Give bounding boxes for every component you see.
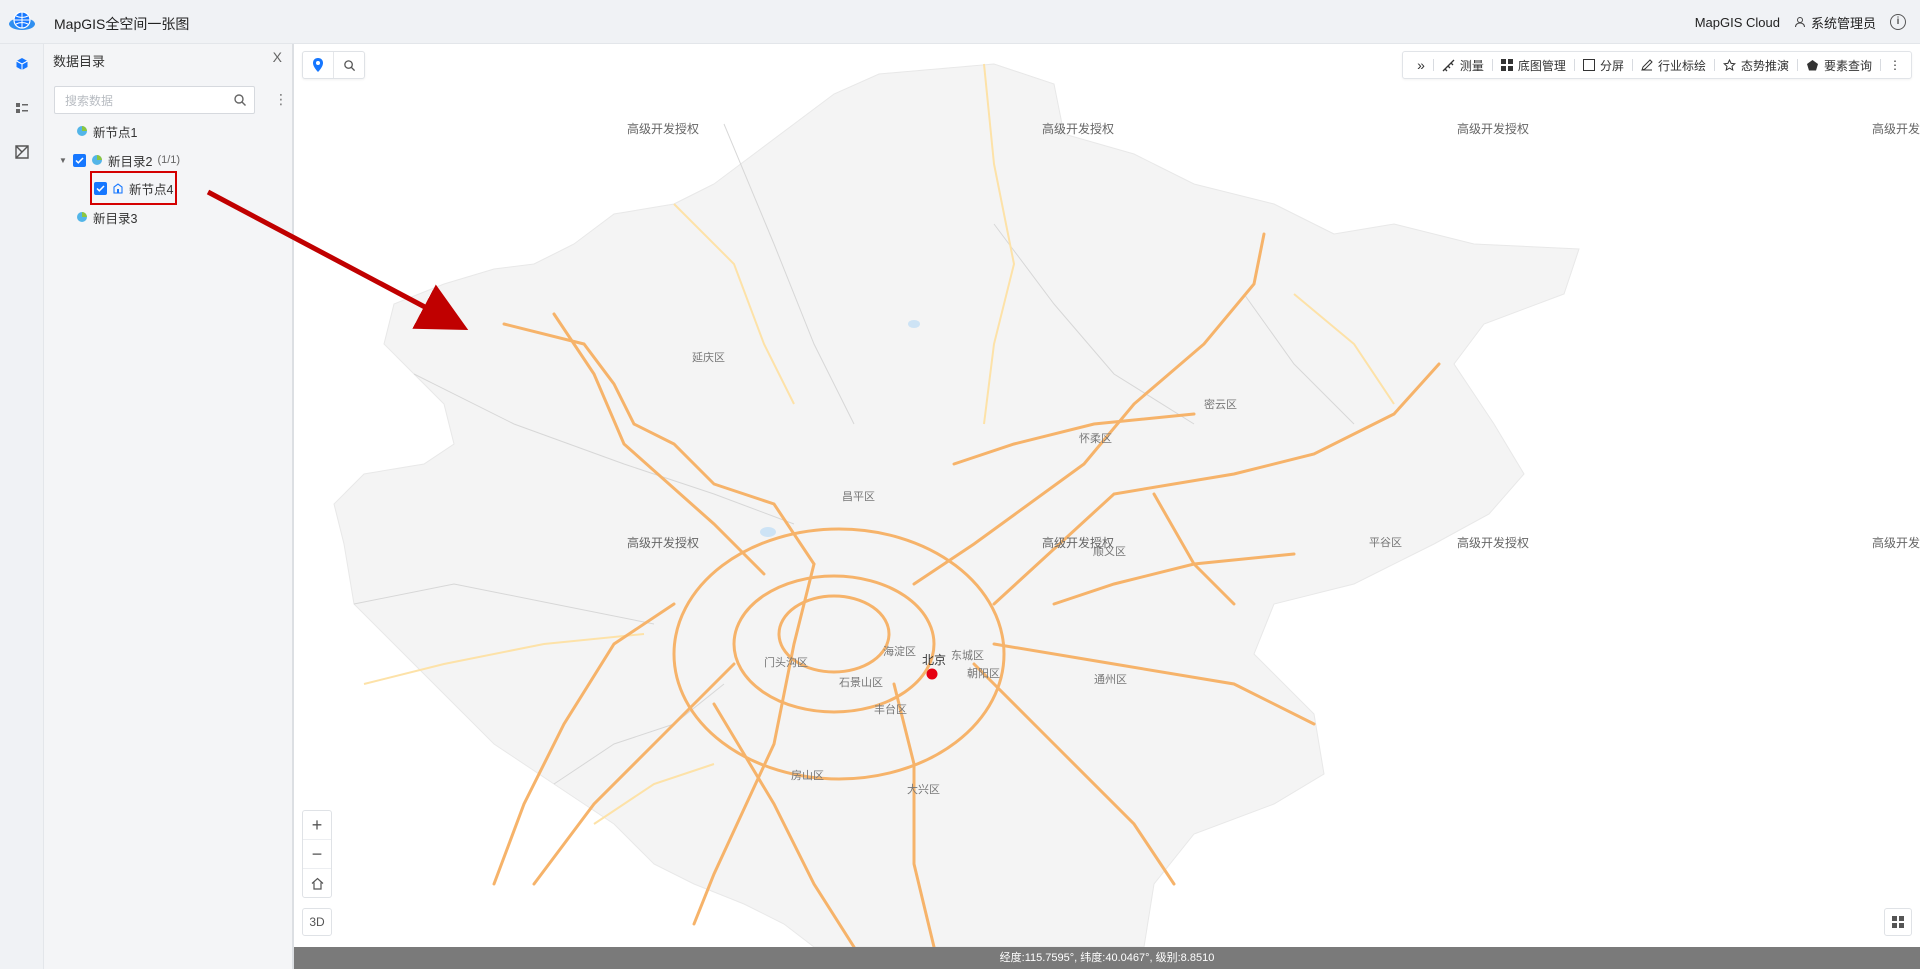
toolbar-label: 测量: [1459, 58, 1484, 73]
situation-deduction-button[interactable]: 态势推演: [1715, 57, 1797, 74]
tree-folder-2[interactable]: ▼ 新目录2 (1/1): [58, 149, 180, 171]
feature-query-button[interactable]: 要素查询: [1798, 57, 1880, 74]
map-search-button[interactable]: [333, 52, 364, 78]
top-bar: MapGIS全空间一张图 MapGIS Cloud 系统管理员 i: [0, 0, 1920, 44]
analysis-icon: [15, 145, 29, 159]
user-name: 系统管理员: [1810, 15, 1876, 31]
district-label: 延庆区: [692, 352, 725, 364]
capital-label: 北京: [922, 653, 947, 667]
toolbar-label: 态势推演: [1740, 58, 1789, 73]
app-title: MapGIS全空间一张图: [54, 16, 190, 32]
grid-icon: [1500, 59, 1513, 71]
split-screen-icon: [1582, 59, 1595, 71]
watermark: 高级开发授权: [627, 536, 700, 550]
watermark: 高级开发授权: [1872, 536, 1920, 550]
district-label: 大兴区: [907, 784, 940, 796]
layer-list-rail-button[interactable]: [12, 98, 32, 118]
search-icon: [343, 59, 355, 71]
user-menu[interactable]: 系统管理员: [1794, 13, 1876, 32]
home-icon: [311, 877, 323, 890]
panel-title: 数据目录: [53, 54, 106, 69]
pentagon-icon: [1806, 59, 1818, 70]
map-toolbar: » 测量 底图管理 分屏 行业标绘 态势推演 要素查询 ⋮: [1402, 51, 1912, 79]
coordinate-status-bar: 经度:115.7595°, 纬度:40.0467°, 级别:8.8510: [294, 947, 1920, 969]
search-input[interactable]: [63, 91, 227, 111]
node-pie-icon: [77, 126, 87, 136]
home-button[interactable]: [303, 868, 331, 897]
map-view[interactable]: 高级开发授权 高级开发授权 高级开发授权 高级开发授权 高级开发授权 高级开发授…: [294, 44, 1920, 947]
caret-down-icon[interactable]: ▼: [58, 156, 68, 165]
watermark: 高级开发授权: [1872, 122, 1920, 136]
tree-node-count: (1/1): [157, 154, 181, 166]
info-icon[interactable]: i: [1890, 14, 1906, 30]
district-label: 通州区: [1094, 674, 1127, 686]
map-quick-tools: [302, 51, 365, 79]
tree-node-label: 新目录3: [93, 211, 138, 226]
tree-node-label: 新目录2: [108, 154, 153, 169]
tree-node-label: 新节点1: [93, 125, 138, 140]
district-label: 丰台区: [874, 704, 907, 716]
beijing-basemap: [333, 63, 1580, 947]
tree-node-1[interactable]: 新节点1: [76, 120, 137, 142]
folder-pie-icon: [77, 212, 87, 222]
district-label: 东城区: [951, 650, 984, 662]
district-label: 海淀区: [883, 646, 916, 658]
toolbar-collapse-button[interactable]: »: [1409, 57, 1433, 73]
analysis-rail-button[interactable]: [12, 142, 32, 162]
zoom-out-button[interactable]: −: [303, 839, 331, 868]
locate-button[interactable]: [303, 52, 333, 78]
split-screen-button[interactable]: 分屏: [1575, 57, 1632, 74]
district-label: 顺义区: [1093, 546, 1126, 558]
toolbar-label: 底图管理: [1517, 58, 1566, 73]
district-label: 石景山区: [839, 677, 883, 689]
industry-plot-button[interactable]: 行业标绘: [1633, 57, 1714, 74]
layer-switch-button[interactable]: [1884, 908, 1912, 936]
watermark: 高级开发授权: [1457, 536, 1530, 550]
toolbar-more-button[interactable]: ⋮: [1881, 58, 1905, 72]
district-label: 门头沟区: [764, 657, 808, 669]
folder-pie-icon: [92, 155, 102, 165]
location-pin-icon: [313, 58, 323, 72]
tree-folder-3[interactable]: 新目录3: [76, 206, 137, 228]
basemap-manage-button[interactable]: 底图管理: [1493, 57, 1574, 74]
checkbox-checked[interactable]: [73, 153, 86, 167]
toolbar-label: 要素查询: [1823, 58, 1872, 73]
left-rail: [0, 44, 44, 969]
pencil-icon: [1641, 59, 1653, 71]
district-label: 朝阳区: [967, 668, 1000, 680]
layer-list-icon: [16, 103, 28, 113]
toolbar-label: 行业标绘: [1657, 58, 1706, 73]
watermark: 高级开发授权: [1042, 122, 1115, 136]
panel-more-button[interactable]: ⋮: [274, 90, 288, 108]
search-icon[interactable]: [233, 93, 247, 107]
cube-icon: [16, 58, 28, 70]
zoom-controls: + −: [302, 810, 332, 898]
grid-icon: [1892, 916, 1904, 928]
toggle-3d-button[interactable]: 3D: [302, 908, 332, 936]
user-icon: [1794, 17, 1805, 28]
watermark: 高级开发授权: [1457, 122, 1530, 136]
search-box: [54, 86, 255, 114]
location-marker-icon[interactable]: [926, 668, 938, 680]
data-catalog-rail-button[interactable]: [12, 54, 32, 74]
district-label: 昌平区: [842, 491, 875, 503]
district-label: 密云区: [1204, 399, 1237, 411]
toolbar-label: 分屏: [1599, 58, 1624, 73]
watermark: 高级开发授权: [627, 122, 700, 136]
district-label: 房山区: [791, 770, 824, 782]
star-icon: [1722, 58, 1736, 71]
mapgis-logo-icon: [9, 11, 35, 30]
zoom-in-button[interactable]: +: [303, 811, 331, 839]
district-label: 平谷区: [1369, 537, 1402, 549]
measure-button[interactable]: 测量: [1434, 57, 1492, 74]
mapgis-cloud-link[interactable]: MapGIS Cloud: [1695, 15, 1780, 30]
measure-icon: [1442, 59, 1455, 71]
highlight-box: [90, 171, 177, 205]
panel-close-button[interactable]: X: [273, 49, 282, 65]
district-label: 怀柔区: [1079, 433, 1112, 445]
